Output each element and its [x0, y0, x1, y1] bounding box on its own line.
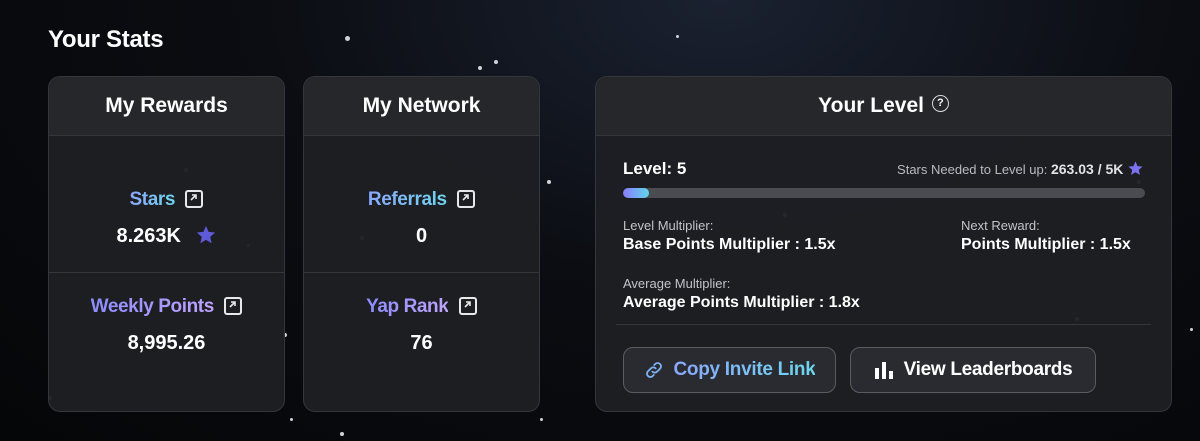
stars-stat: Stars 8.263K: [49, 189, 284, 248]
external-link-icon[interactable]: [185, 190, 204, 208]
link-icon: [645, 362, 662, 378]
level-multiplier-value: Base Points Multiplier : 1.5x: [623, 236, 836, 253]
bar-chart-icon: [874, 362, 893, 379]
star-icon: [196, 225, 215, 243]
level-multiplier: Level Multiplier: Base Points Multiplier…: [623, 218, 836, 254]
star-icon: [1128, 161, 1143, 175]
referrals-stat: Referrals 0: [304, 189, 539, 248]
level-title: Your Level: [818, 94, 924, 117]
external-link-icon[interactable]: [457, 190, 476, 208]
next-reward: Next Reward: Points Multiplier : 1.5x: [961, 218, 1131, 254]
referrals-link[interactable]: Referrals: [368, 189, 447, 211]
external-link-icon[interactable]: [224, 297, 243, 315]
rewards-header: My Rewards: [49, 77, 284, 136]
copy-invite-link-label: Copy Invite Link: [673, 359, 816, 380]
help-icon[interactable]: ?: [931, 94, 949, 112]
stars-needed-label: Stars Needed to Level up:: [897, 162, 1048, 177]
stars-link[interactable]: Stars: [130, 189, 176, 211]
yap-rank-link[interactable]: Yap Rank: [366, 296, 449, 318]
referrals-value: 0: [415, 225, 428, 247]
next-reward-label: Next Reward:: [961, 218, 1040, 233]
level-progress-bar: [623, 188, 1145, 198]
level-multiplier-label: Level Multiplier:: [623, 218, 714, 233]
external-link-icon[interactable]: [458, 297, 477, 315]
next-reward-value: Points Multiplier : 1.5x: [961, 236, 1131, 253]
level-number: Level: 5: [623, 159, 687, 178]
stars-needed-value: 263.03 / 5K: [1050, 161, 1124, 177]
section-title: Your Stats: [48, 26, 164, 53]
average-multiplier: Average Multiplier: Average Points Multi…: [623, 276, 860, 312]
network-card: My Network Referrals 0 Yap Rank 76: [303, 76, 540, 412]
rewards-card: My Rewards Stars 8.263K Weekly Points 8,…: [48, 76, 285, 412]
average-multiplier-value: Average Points Multiplier : 1.8x: [623, 294, 860, 311]
rewards-divider: [49, 272, 284, 273]
yap-rank-stat: Yap Rank 76: [304, 296, 539, 355]
level-divider: [616, 324, 1151, 325]
stars-value-row: 8.263K: [49, 225, 284, 248]
view-leaderboards-button[interactable]: View Leaderboards: [850, 347, 1096, 393]
weekly-points-stat: Weekly Points 8,995.26: [49, 296, 284, 355]
level-progress-fill: [623, 188, 650, 198]
stars-value: 8.263K: [116, 225, 181, 247]
average-multiplier-label: Average Multiplier:: [623, 276, 731, 291]
weekly-points-link[interactable]: Weekly Points: [91, 296, 215, 318]
yap-rank-value: 76: [410, 332, 433, 354]
level-card: Your Level ? Level: 5 Stars Needed to Le…: [595, 76, 1172, 412]
network-divider: [304, 272, 539, 273]
weekly-points-value: 8,995.26: [127, 332, 206, 354]
view-leaderboards-label: View Leaderboards: [903, 359, 1073, 380]
stars-needed: Stars Needed to Level up: 263.03 / 5K: [897, 161, 1144, 179]
copy-invite-link-button[interactable]: Copy Invite Link: [623, 347, 836, 393]
network-header: My Network: [304, 77, 539, 136]
level-header: Your Level ?: [596, 77, 1171, 136]
